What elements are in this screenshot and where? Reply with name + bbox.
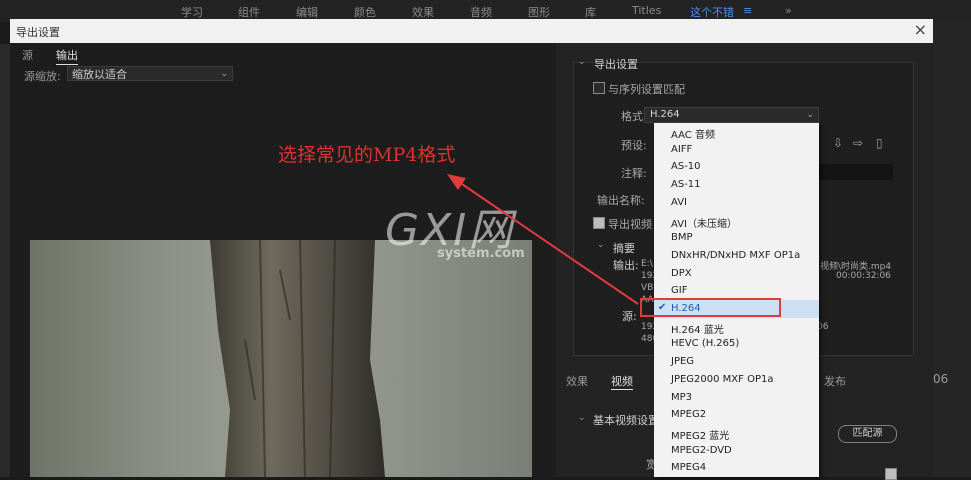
- highlight-box: [640, 298, 781, 317]
- format-option-label: MPEG2: [671, 409, 707, 421]
- format-option[interactable]: AAC 音频: [654, 123, 819, 141]
- format-option-label: MPEG2-DVD: [671, 444, 732, 456]
- format-option-label: AIFF: [671, 143, 693, 155]
- format-option-label: AVI（未压缩）: [671, 218, 737, 230]
- format-option-label: AAC 音频: [671, 130, 715, 141]
- annotation-arrow: [447, 174, 639, 305]
- format-option-label: MP3: [671, 391, 693, 403]
- format-option[interactable]: H.264 蓝光: [654, 318, 819, 336]
- format-option-label: DPX: [671, 267, 692, 279]
- format-option[interactable]: JPEG2000 MXF OP1a: [654, 371, 819, 389]
- format-option[interactable]: MPEG4: [654, 459, 819, 477]
- format-option[interactable]: DNxHR/DNxHD MXF OP1a: [654, 247, 819, 265]
- format-option[interactable]: HEVC (H.265): [654, 335, 819, 353]
- format-option-label: GIF: [671, 285, 688, 297]
- format-option[interactable]: AVI: [654, 194, 819, 212]
- format-option[interactable]: MPEG2 蓝光: [654, 424, 819, 442]
- format-option[interactable]: AS-11: [654, 176, 819, 194]
- format-option[interactable]: MP3: [654, 389, 819, 407]
- format-option-label: MPEG2 蓝光: [671, 430, 730, 442]
- format-option[interactable]: BMP: [654, 229, 819, 247]
- format-option-label: AS-10: [671, 161, 701, 173]
- format-option-label: JPEG2000 MXF OP1a: [671, 373, 774, 385]
- format-option-label: AS-11: [671, 179, 701, 191]
- format-option-label: JPEG: [671, 356, 695, 368]
- format-option[interactable]: AIFF: [654, 141, 819, 159]
- format-option-label: AVI: [671, 196, 687, 208]
- format-option-label: H.264 蓝光: [671, 324, 724, 336]
- format-option[interactable]: MPEG2: [654, 406, 819, 424]
- format-option-label: HEVC (H.265): [671, 338, 740, 350]
- format-option[interactable]: MPEG2-DVD: [654, 442, 819, 460]
- format-option-label: DNxHR/DNxHD MXF OP1a: [671, 249, 801, 261]
- format-option[interactable]: AS-10: [654, 158, 819, 176]
- format-option-label: BMP: [671, 232, 693, 244]
- format-option-label: MPEG4: [671, 462, 707, 474]
- format-option[interactable]: AVI（未压缩）: [654, 212, 819, 230]
- format-option[interactable]: DPX: [654, 265, 819, 283]
- format-option[interactable]: JPEG: [654, 353, 819, 371]
